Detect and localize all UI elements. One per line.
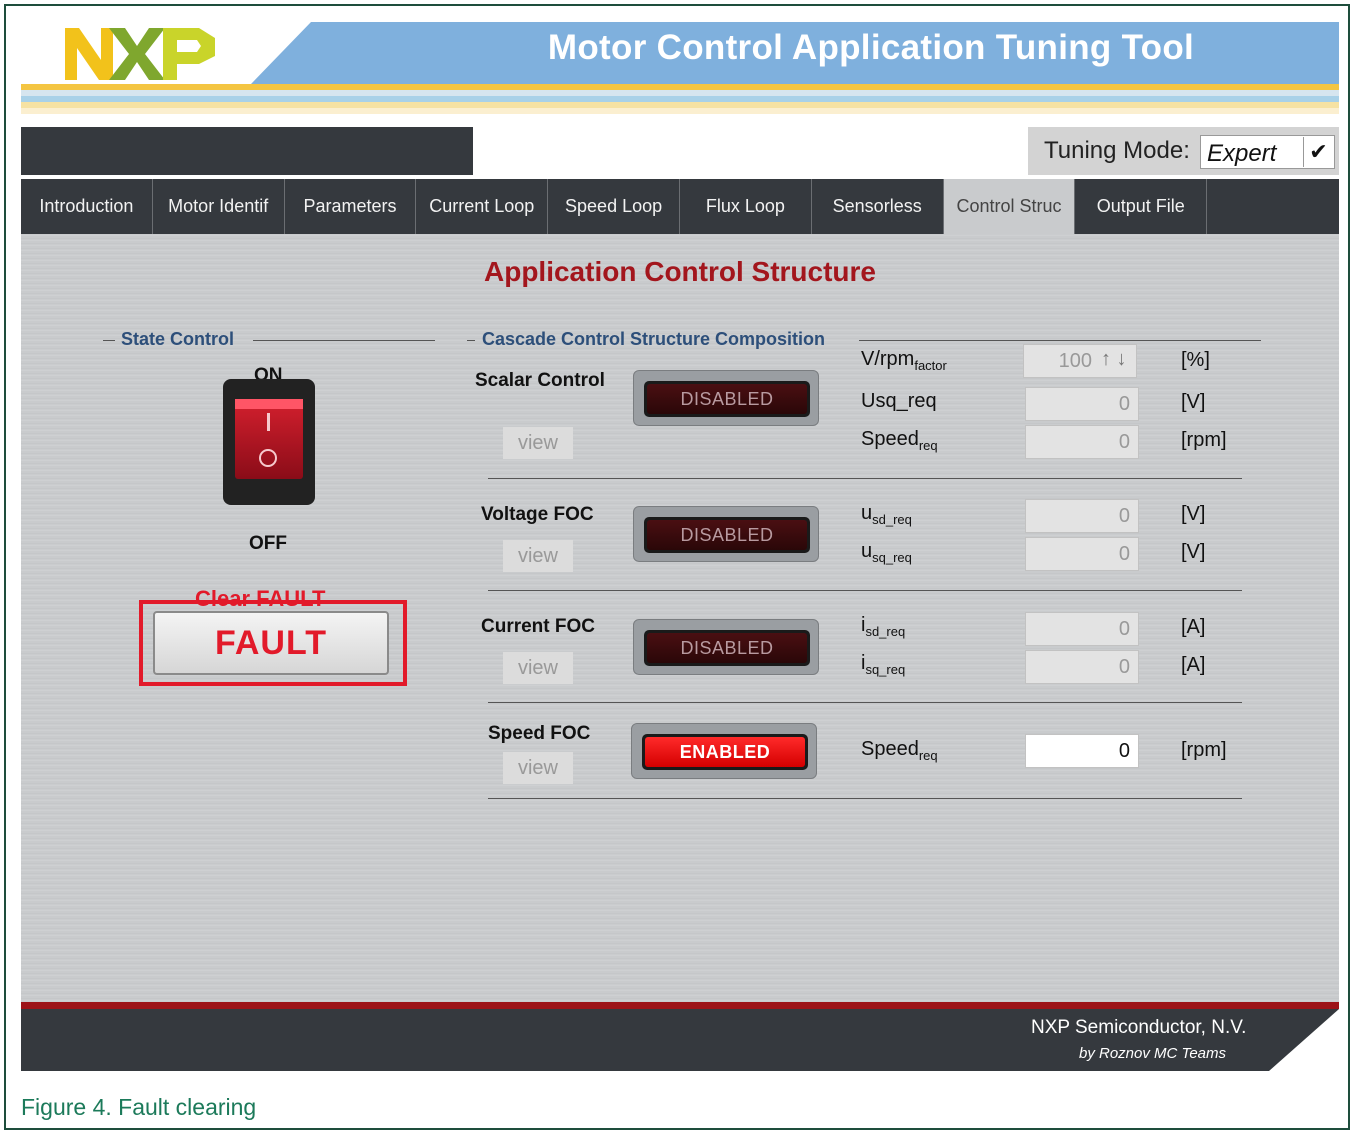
speedfoc-speed-req-input[interactable]: 0 bbox=[1025, 734, 1139, 768]
voltage-foc-label: Voltage FOC bbox=[481, 504, 594, 525]
usq-req-unit: [V] bbox=[1181, 391, 1206, 413]
tuning-mode-panel: Tuning Mode: Expert ✔︎ bbox=[1028, 127, 1339, 175]
tab-flux-loop[interactable]: Flux Loop bbox=[680, 179, 812, 234]
footer-company: NXP Semiconductor, N.V. bbox=[1031, 1017, 1247, 1038]
off-label: OFF bbox=[249, 533, 287, 554]
scalar-view-button[interactable]: view bbox=[503, 427, 573, 459]
cascade-heading: Cascade Control Structure Composition bbox=[482, 329, 826, 349]
content-panel: Application Control Structure State Cont… bbox=[21, 234, 1339, 1002]
usq-req-label: Usq_req bbox=[861, 390, 937, 412]
usq-req-input[interactable]: 0 bbox=[1025, 387, 1139, 421]
tab-motor-identif[interactable]: Motor Identif bbox=[153, 179, 285, 234]
speed-req-label: Speedreq bbox=[861, 428, 938, 453]
spinner-arrows-icon[interactable]: ↑ ↓ bbox=[1101, 348, 1127, 371]
tuning-mode-value: Expert bbox=[1207, 140, 1277, 167]
tab-parameters[interactable]: Parameters bbox=[285, 179, 417, 234]
voltage-status-text: DISABLED bbox=[647, 520, 807, 550]
switch-rocker[interactable] bbox=[235, 399, 303, 479]
app-title: Motor Control Application Tuning Tool bbox=[547, 28, 1195, 67]
tab-sensorless[interactable]: Sensorless bbox=[812, 179, 944, 234]
footer-team: by Roznov MC Teams bbox=[1079, 1045, 1226, 1062]
header-stripes bbox=[21, 84, 1339, 120]
scalar-status-text: DISABLED bbox=[647, 384, 807, 414]
speedfoc-speed-unit: [rpm] bbox=[1181, 739, 1227, 761]
tab-speed-loop[interactable]: Speed Loop bbox=[548, 179, 680, 234]
voltage-status-indicator[interactable]: DISABLED bbox=[633, 506, 819, 562]
tab-bar-filler bbox=[1207, 179, 1339, 234]
isd-req-unit: [A] bbox=[1181, 616, 1206, 638]
fault-button[interactable]: FAULT bbox=[153, 611, 389, 675]
status-bar bbox=[21, 127, 473, 175]
nxp-logo bbox=[65, 28, 215, 80]
isd-req-input[interactable]: 0 bbox=[1025, 612, 1139, 646]
voltage-usq-req-unit: [V] bbox=[1181, 541, 1206, 563]
scalar-speed-req-input[interactable]: 0 bbox=[1025, 425, 1139, 459]
divider bbox=[488, 798, 1242, 799]
footer: NXP Semiconductor, N.V. by Roznov MC Tea… bbox=[21, 1009, 1339, 1071]
switch-highlight bbox=[235, 399, 303, 409]
chevron-down-icon[interactable]: ✔︎ bbox=[1303, 137, 1333, 167]
usd-req-unit: [V] bbox=[1181, 503, 1206, 525]
speed-view-button[interactable]: view bbox=[503, 752, 573, 784]
voltage-usq-req-label: usq_req bbox=[861, 540, 912, 565]
fault-highlight: FAULT bbox=[139, 600, 407, 686]
tab-control-struc[interactable]: Control Struc bbox=[943, 179, 1076, 234]
usd-req-label: usd_req bbox=[861, 502, 912, 527]
tab-current-loop[interactable]: Current Loop bbox=[416, 179, 549, 234]
state-control-heading: State Control bbox=[121, 329, 235, 349]
isd-req-label: isd_req bbox=[861, 614, 906, 639]
figure-caption: Figure 4. Fault clearing bbox=[21, 1094, 257, 1120]
app-window: Motor Control Application Tuning Tool Tu… bbox=[21, 22, 1339, 1071]
current-view-button[interactable]: view bbox=[503, 652, 573, 684]
footer-accent bbox=[21, 1002, 1339, 1009]
footer-corner bbox=[1269, 1009, 1339, 1071]
speed-status-indicator[interactable]: ENABLED bbox=[631, 723, 817, 779]
isq-req-unit: [A] bbox=[1181, 654, 1206, 676]
tuning-mode-select[interactable]: Expert ✔︎ bbox=[1200, 135, 1335, 169]
vrpm-unit: [%] bbox=[1181, 349, 1210, 371]
header: Motor Control Application Tuning Tool bbox=[21, 22, 1339, 84]
current-status-text: DISABLED bbox=[647, 633, 807, 663]
scalar-control-label: Scalar Control bbox=[475, 370, 605, 391]
current-status-indicator[interactable]: DISABLED bbox=[633, 619, 819, 675]
divider bbox=[103, 340, 115, 341]
scalar-status-indicator[interactable]: DISABLED bbox=[633, 370, 819, 426]
scalar-speed-unit: [rpm] bbox=[1181, 429, 1227, 451]
power-on-icon bbox=[267, 413, 270, 431]
voltage-view-button[interactable]: view bbox=[503, 540, 573, 572]
current-foc-label: Current FOC bbox=[481, 616, 595, 637]
voltage-usq-req-input[interactable]: 0 bbox=[1025, 537, 1139, 571]
on-off-switch[interactable] bbox=[223, 379, 315, 505]
tab-bar: Introduction Motor Identif Parameters Cu… bbox=[21, 179, 1339, 234]
power-off-icon bbox=[259, 449, 277, 467]
divider bbox=[467, 340, 475, 341]
isq-req-label: isq_req bbox=[861, 652, 906, 677]
usd-req-input[interactable]: 0 bbox=[1025, 499, 1139, 533]
divider bbox=[488, 590, 1242, 591]
tab-introduction[interactable]: Introduction bbox=[21, 179, 153, 234]
divider bbox=[859, 340, 1261, 341]
divider bbox=[488, 702, 1242, 703]
tab-output-file[interactable]: Output File bbox=[1075, 179, 1208, 234]
divider bbox=[488, 478, 1242, 479]
divider bbox=[253, 340, 435, 341]
speed-status-text: ENABLED bbox=[645, 737, 805, 767]
page-title: Application Control Structure bbox=[484, 256, 876, 287]
isq-req-input[interactable]: 0 bbox=[1025, 650, 1139, 684]
speedfoc-speed-req-label: Speedreq bbox=[861, 738, 938, 763]
speed-foc-label: Speed FOC bbox=[488, 723, 591, 744]
tuning-mode-label: Tuning Mode: bbox=[1044, 137, 1190, 164]
vrpm-factor-label: V/rpmfactor bbox=[861, 348, 947, 373]
